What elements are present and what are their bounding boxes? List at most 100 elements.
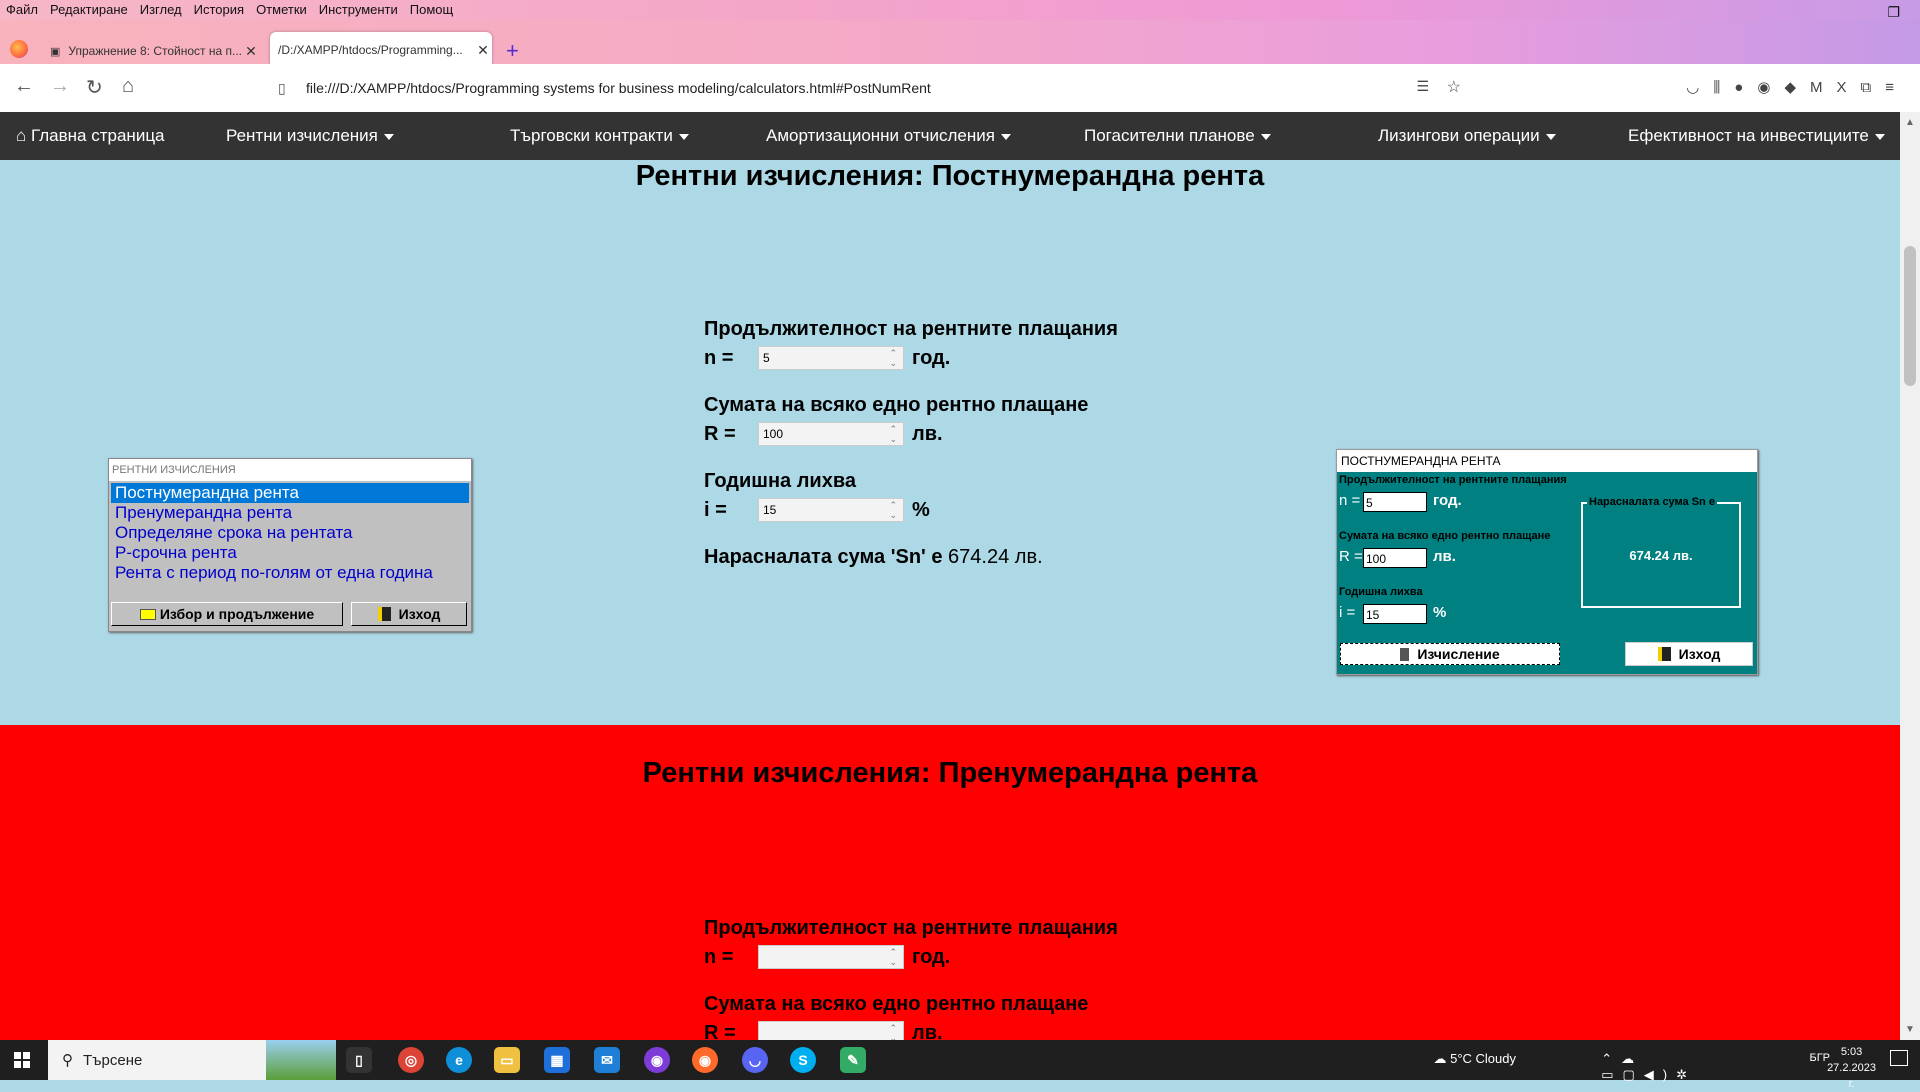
clock[interactable]: 5:03 27.2.2023 г. xyxy=(1827,1044,1876,1092)
taskbar-search[interactable]: ⚲ Търсене xyxy=(48,1040,336,1080)
discord-icon[interactable]: ◡ xyxy=(742,1047,768,1073)
weather-widget[interactable]: ☁ 5°C Cloudy xyxy=(1433,1051,1516,1067)
exit-button[interactable]: Изход xyxy=(351,602,467,626)
n-unit: год. xyxy=(1433,492,1462,509)
menu-file[interactable]: Файл xyxy=(0,0,44,19)
weather-text: 5°C Cloudy xyxy=(1450,1051,1516,1066)
hamburger-menu-icon[interactable]: ≡ xyxy=(1885,79,1908,96)
chrome-icon[interactable]: ◎ xyxy=(398,1047,424,1073)
skype-icon[interactable]: S xyxy=(790,1047,816,1073)
nav-home[interactable]: ⌂ Главна страница xyxy=(16,126,165,146)
list-item[interactable]: Пренумерандна рента xyxy=(111,503,469,523)
clock-time: 5:03 xyxy=(1840,1046,1863,1058)
firefox-logo-icon[interactable] xyxy=(10,40,28,58)
page-icon: ▯ xyxy=(278,79,286,96)
list-item[interactable]: Рента с период по-голям от една година xyxy=(111,563,469,583)
choose-continue-button[interactable]: Избор и продължение xyxy=(111,602,343,626)
new-tab-icon[interactable]: + xyxy=(506,38,519,64)
nav-label: Амортизационни отчисления xyxy=(766,126,995,145)
mail-icon[interactable]: ✉ xyxy=(594,1047,620,1073)
n-field[interactable]: 5 xyxy=(1363,492,1427,512)
rent-type-listbox[interactable]: Постнумерандна рента Пренумерандна рента… xyxy=(111,483,469,583)
n-input[interactable]: 5 ⌃ ⌄ xyxy=(758,346,904,370)
menu-tools[interactable]: Инструменти xyxy=(313,0,404,19)
caret-down-icon xyxy=(383,133,394,140)
tab-close-icon[interactable]: ✕ xyxy=(242,43,260,60)
scroll-down-icon[interactable]: ▼ xyxy=(1905,1024,1915,1035)
nav-rent[interactable]: Рентни изчисления xyxy=(226,126,394,146)
reader-view-icon[interactable]: ☰ xyxy=(1416,78,1429,95)
spinner-icon[interactable]: ⌃ ⌄ xyxy=(889,348,897,368)
i-symbol: i = xyxy=(704,498,727,521)
menu-history[interactable]: История xyxy=(188,0,250,19)
menu-view[interactable]: Изглед xyxy=(134,0,188,19)
task-view-icon[interactable]: ▯ xyxy=(346,1047,372,1073)
extensions-icon[interactable]: ⧉ xyxy=(1861,79,1886,96)
nav-label: Рентни изчисления xyxy=(226,126,378,145)
exit-button[interactable]: Изход xyxy=(1625,642,1753,666)
bookmark-star-icon[interactable]: ☆ xyxy=(1447,77,1461,97)
result-value: 674.24 лв. xyxy=(948,546,1043,568)
nav-trade[interactable]: Търговски контракти xyxy=(510,126,689,146)
forward-icon[interactable]: → xyxy=(50,75,70,98)
i-input[interactable]: 15 ⌃ ⌄ xyxy=(758,498,904,522)
nav-investments[interactable]: Ефективност на инвестициите xyxy=(1628,126,1885,146)
menu-edit[interactable]: Редактиране xyxy=(44,0,134,19)
ublock-icon[interactable]: ◆ xyxy=(1784,79,1810,96)
store-icon[interactable]: ▦ xyxy=(544,1047,570,1073)
library-icon[interactable]: ⫼ xyxy=(1713,79,1734,96)
list-item[interactable]: Определяне срока на рентата xyxy=(111,523,469,543)
page-scrollbar[interactable]: ▲ ▼ xyxy=(1900,112,1920,1040)
extension-icon[interactable]: ◉ xyxy=(1757,79,1784,96)
menu-bookmarks[interactable]: Отметки xyxy=(250,0,313,19)
button-label: Изход xyxy=(398,606,441,622)
url-bar[interactable]: ▯ file:///D:/XAMPP/htdocs/Programming sy… xyxy=(268,71,1475,105)
scrollbar-thumb[interactable] xyxy=(1904,246,1916,386)
nav-amortization[interactable]: Амортизационни отчисления xyxy=(766,126,1011,146)
notifications-icon[interactable] xyxy=(1890,1050,1908,1066)
spinner-icon[interactable]: ⌃ ⌄ xyxy=(889,500,897,520)
spinner-icon[interactable]: ⌃ ⌄ xyxy=(889,424,897,444)
back-icon[interactable]: ← xyxy=(14,75,34,98)
r-input[interactable]: 100 ⌃ ⌄ xyxy=(758,422,904,446)
tab-close-icon[interactable]: ✕ xyxy=(474,42,492,59)
result-line: Нарасналата сума 'Sn' е 674.24 лв. xyxy=(704,546,1164,569)
spinner-icon[interactable]: ⌃ ⌄ xyxy=(889,947,897,967)
file-explorer-icon[interactable]: ▭ xyxy=(494,1047,520,1073)
home-icon[interactable]: ⌂ xyxy=(122,75,134,98)
button-label: Изчисление xyxy=(1417,646,1500,662)
menu-help[interactable]: Помощ xyxy=(404,0,459,19)
windows-start-icon[interactable] xyxy=(14,1052,30,1068)
tab-calculators[interactable]: /D:/XAMPP/htdocs/Programming... ✕ xyxy=(270,32,492,68)
list-item[interactable]: Постнумерандна рента xyxy=(111,483,469,503)
extension-icon[interactable]: M xyxy=(1810,79,1837,96)
firefox-icon[interactable]: ◉ xyxy=(692,1047,718,1073)
list-item[interactable]: Р-срочна рента xyxy=(111,543,469,563)
game-app-icon[interactable]: ◉ xyxy=(644,1047,670,1073)
n-unit: год. xyxy=(912,346,951,369)
reload-icon[interactable]: ↻ xyxy=(86,75,103,100)
i-unit: % xyxy=(1433,604,1447,621)
running-app-icon[interactable]: ✎ xyxy=(840,1047,866,1073)
group-title: Нарасналата сума Sn е xyxy=(1587,496,1717,508)
calculate-button[interactable]: Изчисление xyxy=(1340,643,1560,665)
nav-repayment[interactable]: Погасителни планове xyxy=(1084,126,1271,146)
tray-icons[interactable]: ⌃☁▭▢◀)✲ xyxy=(1601,1051,1696,1083)
browser-menubar: Файл Редактиране Изглед История Отметки Инстр… xyxy=(0,0,1920,20)
nav-label: Погасителни планове xyxy=(1084,126,1255,145)
n-input[interactable]: ⌃ ⌄ xyxy=(758,945,904,969)
nav-leasing[interactable]: Лизингови операции xyxy=(1378,126,1556,146)
edge-icon[interactable]: e xyxy=(446,1047,472,1073)
result-label: Нарасналата сума 'Sn' е xyxy=(704,546,943,568)
scroll-up-icon[interactable]: ▲ xyxy=(1905,117,1915,128)
extension-icon[interactable]: ● xyxy=(1734,79,1757,96)
browser-toolbar: ← → ↻ ⌂ ▯ file:///D:/XAMPP/htdocs/Progra… xyxy=(0,64,1920,113)
tab-title: /D:/XAMPP/htdocs/Programming... xyxy=(278,43,463,57)
pointing-hand-icon xyxy=(139,608,156,620)
r-field[interactable]: 100 xyxy=(1363,548,1427,568)
rate-label: Годишна лихва xyxy=(704,470,856,492)
pocket-icon[interactable]: ◡ xyxy=(1686,79,1713,96)
search-highlight-image xyxy=(266,1040,336,1080)
extension-icon[interactable]: X xyxy=(1837,79,1861,96)
i-field[interactable]: 15 xyxy=(1363,604,1427,624)
